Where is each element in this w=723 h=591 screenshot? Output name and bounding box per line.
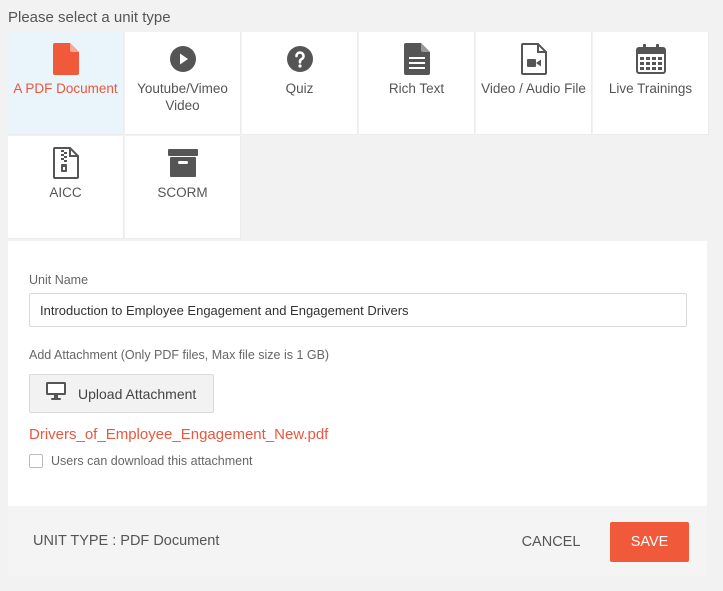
- attached-file-link[interactable]: Drivers_of_Employee_Engagement_New.pdf: [29, 426, 328, 443]
- attachment-label: Add Attachment (Only PDF files, Max file…: [29, 348, 330, 362]
- video-file-icon: [476, 43, 591, 75]
- unit-type-video-file[interactable]: Video / Audio File: [476, 32, 592, 135]
- unit-form-panel: Unit Name Add Attachment (Only PDF files…: [8, 241, 707, 576]
- upload-attachment-button[interactable]: Upload Attachment: [29, 374, 214, 413]
- unit-type-quiz[interactable]: Quiz: [242, 32, 358, 135]
- download-checkbox-label: Users can download this attachment: [51, 454, 253, 468]
- unit-type-live-training[interactable]: Live Trainings: [593, 32, 709, 135]
- unit-type-aicc[interactable]: AICC: [8, 136, 124, 239]
- text-file-icon: [359, 43, 474, 75]
- play-circle-icon: [125, 43, 240, 75]
- upload-button-label: Upload Attachment: [78, 385, 197, 402]
- monitor-icon: [46, 382, 66, 405]
- form-footer: UNIT TYPE : PDF Document CANCEL SAVE: [8, 506, 707, 576]
- unit-type-scorm[interactable]: SCORM: [125, 136, 241, 239]
- unit-type-rich-text[interactable]: Rich Text: [359, 32, 475, 135]
- unit-type-label: Quiz: [285, 81, 314, 96]
- unit-type-label: Video / Audio File: [481, 81, 586, 96]
- unit-type-label: Live Trainings: [608, 81, 693, 96]
- download-option: Users can download this attachment: [29, 454, 253, 468]
- unit-type-summary: UNIT TYPE : PDF Document: [33, 533, 220, 549]
- unit-type-label: Rich Text: [388, 81, 445, 96]
- page-heading: Please select a unit type: [8, 9, 171, 26]
- unit-name-input[interactable]: [29, 293, 687, 327]
- calendar-icon: [593, 43, 708, 75]
- zip-file-icon: [8, 147, 123, 179]
- unit-type-label: Youtube/Vimeo Video: [137, 81, 228, 113]
- question-circle-icon: [242, 43, 357, 75]
- unit-type-label: SCORM: [157, 185, 208, 200]
- unit-type-pdf[interactable]: A PDF Document: [8, 32, 124, 135]
- unit-name-label: Unit Name: [29, 273, 89, 287]
- pdf-file-icon: [8, 43, 123, 75]
- cancel-button[interactable]: CANCEL: [508, 522, 594, 562]
- save-button[interactable]: SAVE: [610, 522, 689, 562]
- download-checkbox[interactable]: [29, 454, 43, 468]
- unit-type-label: AICC: [49, 185, 82, 200]
- archive-box-icon: [125, 147, 240, 179]
- unit-type-video-link[interactable]: Youtube/Vimeo Video: [125, 32, 241, 135]
- unit-type-label: A PDF Document: [13, 81, 118, 96]
